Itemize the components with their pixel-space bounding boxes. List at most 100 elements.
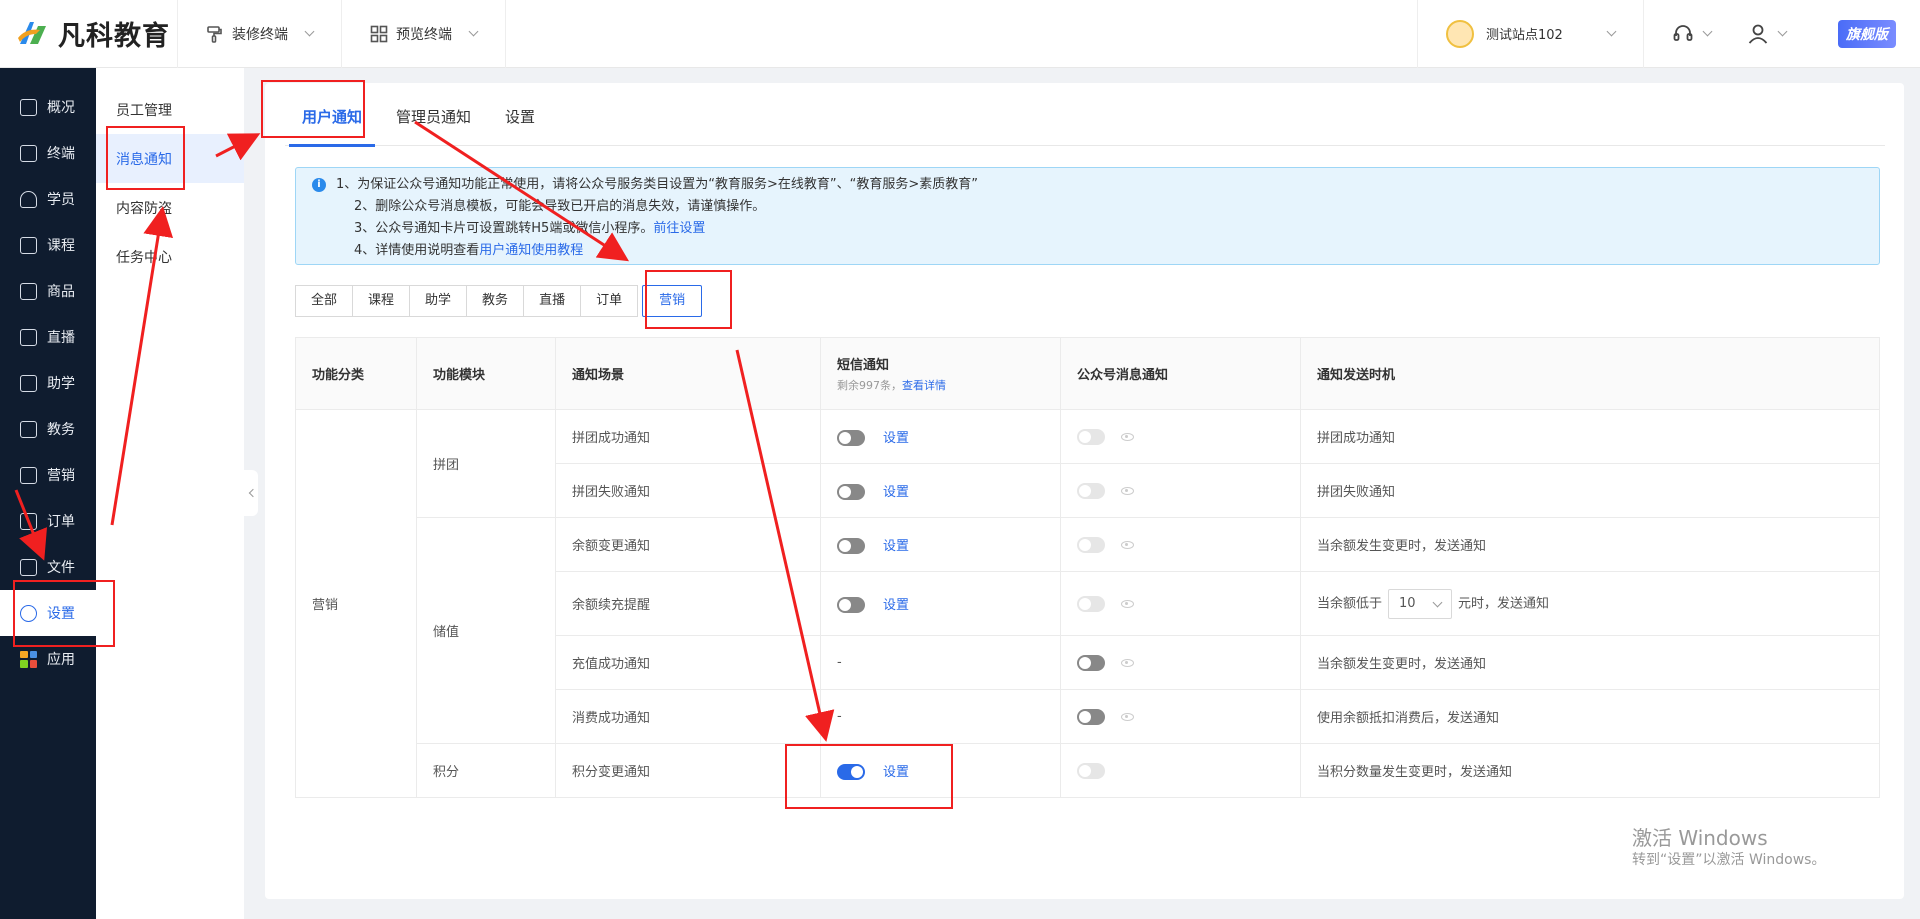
sms-toggle[interactable] xyxy=(837,597,865,614)
category-order[interactable]: 订单 xyxy=(580,285,639,317)
sidebar-item-marketing[interactable]: 营销 xyxy=(0,452,96,498)
sms-settings-link[interactable]: 设置 xyxy=(883,765,909,780)
threshold-select[interactable]: 10 xyxy=(1388,588,1453,619)
sidebar-item-label: 设置 xyxy=(47,606,75,622)
sidebar-item-overview[interactable]: 概况 xyxy=(0,84,96,130)
wechat-cell xyxy=(1060,409,1301,464)
scene-cell: 余额续充提醒 xyxy=(555,571,821,636)
sidebar-item-label: 教务 xyxy=(47,422,75,438)
sms-cell: 设置 xyxy=(820,463,1061,518)
folder-icon xyxy=(20,558,37,576)
sidebar-item-label: 文件 xyxy=(47,560,75,576)
category-all[interactable]: 全部 xyxy=(295,285,354,317)
category-assist[interactable]: 助学 xyxy=(409,285,468,317)
live-icon xyxy=(20,328,37,346)
sms-settings-link[interactable]: 设置 xyxy=(883,485,909,500)
timing-cell: 当余额发生变更时，发送通知 xyxy=(1300,635,1880,690)
decorate-terminal-menu[interactable]: 装修终端 xyxy=(178,0,342,68)
notice-line-4: 4、详情使用说明查看用户通知使用教程 xyxy=(336,240,1879,262)
chevron-left-icon xyxy=(248,488,257,498)
category-filter: 全部 课程 助学 教务 直播 订单 营销 xyxy=(295,285,703,317)
scene-cell: 充值成功通知 xyxy=(555,635,821,690)
preview-terminal-menu[interactable]: 预览终端 xyxy=(342,0,506,68)
site-avatar xyxy=(1446,19,1474,48)
category-cell: 营销 xyxy=(295,409,417,798)
sidebar-item-settings[interactable]: 设置 xyxy=(0,590,96,636)
notice-banner: i 1、为保证公众号通知功能正常使用，请将公众号服务类目设置为“教育服务>在线教… xyxy=(295,167,1880,265)
settings-subnav: 员工管理 消息通知 内容防盗 任务中心 xyxy=(96,68,244,919)
goto-settings-link[interactable]: 前往设置 xyxy=(653,221,705,236)
scene-cell: 余额变更通知 xyxy=(555,517,821,572)
sms-toggle[interactable] xyxy=(837,484,865,501)
sms-toggle[interactable] xyxy=(837,538,865,555)
decorate-terminal-label: 装修终端 xyxy=(232,26,288,43)
sidebar-item-apps[interactable]: 应用 xyxy=(0,636,96,682)
tab-user-notifications[interactable]: 用户通知 xyxy=(285,83,379,147)
sms-settings-link[interactable]: 设置 xyxy=(883,598,909,613)
sidebar-item-files[interactable]: 文件 xyxy=(0,544,96,590)
sms-toggle[interactable] xyxy=(837,430,865,447)
wechat-toggle[interactable] xyxy=(1077,708,1105,725)
timing-cell: 当余额低于 10 元时，发送通知 xyxy=(1300,571,1880,636)
wechat-toggle xyxy=(1077,595,1105,612)
timing-cell: 拼团成功通知 xyxy=(1300,409,1880,464)
eye-icon[interactable] xyxy=(1121,540,1134,549)
category-course[interactable]: 课程 xyxy=(352,285,411,317)
sidebar-item-courses[interactable]: 课程 xyxy=(0,222,96,268)
collapse-subnav-button[interactable] xyxy=(244,470,258,516)
category-academic[interactable]: 教务 xyxy=(466,285,525,317)
notification-table: 功能分类 功能模块 通知场景 短信通知 剩余997条，查看详情 公众号消息通知 通… xyxy=(295,337,1880,798)
column-header-timing: 通知发送时机 xyxy=(1300,337,1880,410)
wechat-cell xyxy=(1060,689,1301,744)
account-menu[interactable] xyxy=(1739,0,1814,68)
support-menu[interactable] xyxy=(1643,0,1739,68)
subnav-item-task-center[interactable]: 任务中心 xyxy=(96,232,244,281)
eye-icon[interactable] xyxy=(1121,486,1134,495)
notification-tabs: 用户通知 管理员通知 设置 xyxy=(285,83,1885,147)
subnav-item-notifications[interactable]: 消息通知 xyxy=(96,134,244,183)
sms-header-label: 短信通知 xyxy=(837,358,890,373)
logo[interactable]: 凡科教育 xyxy=(0,0,178,68)
column-header-wechat: 公众号消息通知 xyxy=(1060,337,1301,410)
scene-cell: 积分变更通知 xyxy=(555,743,821,798)
wechat-toggle xyxy=(1077,762,1105,779)
shop-icon xyxy=(20,466,37,484)
subnav-item-anti-theft[interactable]: 内容防盗 xyxy=(96,183,244,232)
sidebar-item-students[interactable]: 学员 xyxy=(0,176,96,222)
category-marketing[interactable]: 营销 xyxy=(642,285,703,317)
wechat-toggle[interactable] xyxy=(1077,654,1105,671)
tutorial-link[interactable]: 用户通知使用教程 xyxy=(479,243,583,258)
site-switcher[interactable]: 测试站点102 xyxy=(1417,0,1643,68)
subnav-item-staff[interactable]: 员工管理 xyxy=(96,85,244,134)
top-header: 凡科教育 装修终端 预览终端 测试站点102 旗舰版 xyxy=(0,0,1920,68)
sidebar-item-goods[interactable]: 商品 xyxy=(0,268,96,314)
sms-settings-link[interactable]: 设置 xyxy=(883,539,909,554)
sms-settings-link[interactable]: 设置 xyxy=(883,431,909,446)
assist-icon xyxy=(20,374,37,392)
sms-cell: 设置 xyxy=(820,743,1061,798)
tab-admin-notifications[interactable]: 管理员通知 xyxy=(379,83,488,146)
sms-detail-link[interactable]: 查看详情 xyxy=(902,379,946,392)
notice-line-1: 1、为保证公众号通知功能正常使用，请将公众号服务类目设置为“教育服务>在线教育”… xyxy=(336,177,978,192)
tab-settings[interactable]: 设置 xyxy=(488,83,552,146)
eye-icon[interactable] xyxy=(1121,658,1134,667)
sms-toggle[interactable] xyxy=(837,764,865,781)
sidebar-item-terminal[interactable]: 终端 xyxy=(0,130,96,176)
threshold-value: 10 xyxy=(1399,595,1416,611)
users-icon xyxy=(20,190,37,208)
eye-icon[interactable] xyxy=(1121,432,1134,441)
sidebar-item-live[interactable]: 直播 xyxy=(0,314,96,360)
eye-icon[interactable] xyxy=(1121,712,1134,721)
main-sidebar: 概况 终端 学员 课程 商品 直播 助学 教务 营销 订单 文件 设置 应用 xyxy=(0,68,96,919)
sidebar-item-label: 营销 xyxy=(47,468,75,484)
category-live[interactable]: 直播 xyxy=(523,285,582,317)
sidebar-item-assist[interactable]: 助学 xyxy=(0,360,96,406)
order-icon xyxy=(20,512,37,530)
course-icon xyxy=(20,236,37,254)
eye-icon[interactable] xyxy=(1121,599,1134,608)
sidebar-item-academic[interactable]: 教务 xyxy=(0,406,96,452)
grid-icon xyxy=(370,25,388,42)
sms-cell: 设置 xyxy=(820,409,1061,464)
sidebar-item-orders[interactable]: 订单 xyxy=(0,498,96,544)
book-icon xyxy=(20,420,37,438)
